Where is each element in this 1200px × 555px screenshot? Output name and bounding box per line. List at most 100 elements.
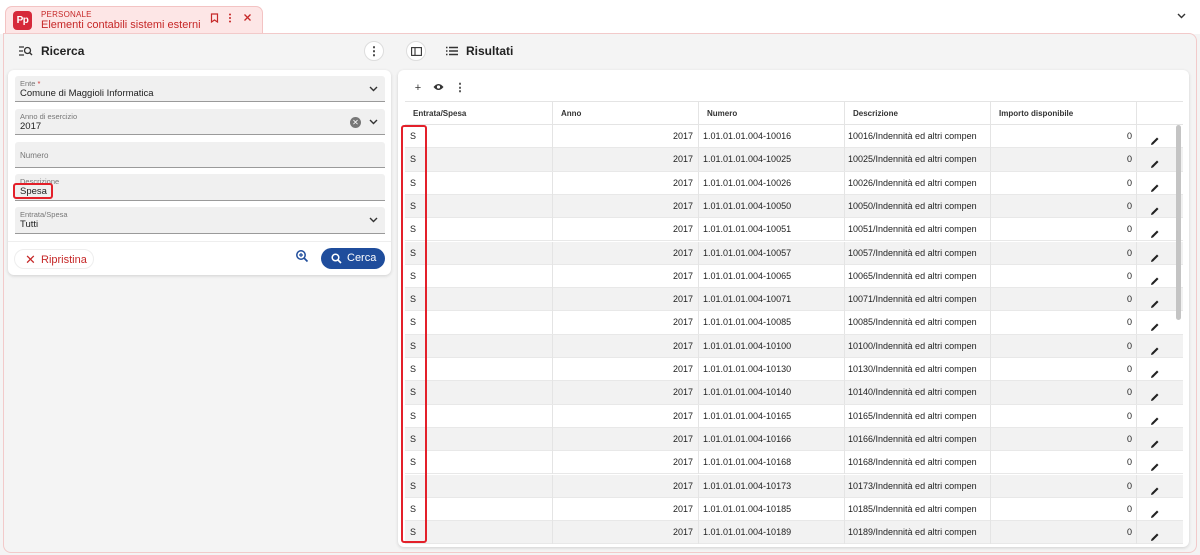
cell-anno: 2017 <box>553 427 699 451</box>
edit-cell <box>1137 381 1183 404</box>
more-vert-icon[interactable] <box>228 13 232 26</box>
results-title: Risultati <box>466 44 514 58</box>
table-row[interactable]: S 2017 1.01.01.01.004-10057 10057/Indennità… <box>405 241 1183 265</box>
anno-select[interactable]: Anno di esercizio 2017 ✕ <box>15 109 385 135</box>
app-module-label: PERSONALE <box>41 10 92 19</box>
table-row[interactable]: S 2017 1.01.01.01.004-10185 10185/Indennità… <box>405 497 1183 522</box>
cell-entrata-spesa: S <box>405 241 553 265</box>
edit-icon[interactable] <box>1150 528 1160 542</box>
cell-numero: 1.01.01.01.004-10051 <box>699 218 845 242</box>
edit-icon[interactable] <box>1150 505 1160 518</box>
edit-icon[interactable] <box>1150 365 1160 378</box>
table-row[interactable]: S 2017 1.01.01.01.004-10071 10071/Indennità… <box>405 288 1183 312</box>
edit-icon[interactable] <box>1150 132 1160 145</box>
table-row[interactable]: S 2017 1.01.01.01.004-10189 10189/Indennità… <box>405 521 1183 545</box>
cell-descrizione: 10165/Indennità ed altri compen <box>845 404 991 428</box>
edit-icon[interactable] <box>1150 458 1160 472</box>
edit-icon[interactable] <box>1150 225 1160 239</box>
table-row[interactable]: S 2017 1.01.01.01.004-10085 10085/Indennità… <box>405 311 1183 335</box>
cell-anno: 2017 <box>553 381 699 405</box>
edit-cell <box>1137 475 1183 498</box>
app-tab[interactable]: Pp PERSONALE Elementi contabili sistemi … <box>5 6 263 34</box>
zoom-in-icon[interactable] <box>295 249 313 267</box>
search-list-icon <box>18 45 33 57</box>
table-row[interactable]: S 2017 1.01.01.01.004-10168 10168/Indennità… <box>405 451 1183 475</box>
bookmark-icon[interactable] <box>210 13 219 26</box>
cell-descrizione: 10016/Indennità ed altri compen <box>845 125 991 148</box>
panel-toggle-icon <box>411 47 422 56</box>
table-row[interactable]: S 2017 1.01.01.01.004-10051 10051/Indennità… <box>405 218 1183 242</box>
header-entrata-spesa[interactable]: Entrata/Spesa <box>405 102 553 125</box>
edit-icon[interactable] <box>1150 342 1160 355</box>
search-label: Cerca <box>347 252 377 264</box>
table-row[interactable]: S 2017 1.01.01.01.004-10050 10050/Indennità… <box>405 194 1183 219</box>
edit-icon[interactable] <box>1150 179 1160 192</box>
table-row[interactable]: S 2017 1.01.01.01.004-10025 10025/Indennità… <box>405 148 1183 172</box>
edit-cell <box>1137 451 1183 474</box>
ente-select[interactable]: Ente * Comune di Maggioli Informatica <box>15 76 385 102</box>
edit-icon[interactable] <box>1150 388 1160 402</box>
edit-icon[interactable] <box>1150 202 1160 215</box>
cell-anno: 2017 <box>553 404 699 428</box>
header-descrizione[interactable]: Descrizione <box>845 102 991 125</box>
cell-importo: 0 <box>991 404 1137 428</box>
numero-field[interactable]: Numero <box>15 142 385 168</box>
cell-entrata-spesa: S <box>405 381 553 405</box>
edit-icon[interactable] <box>1150 412 1160 425</box>
cell-numero: 1.01.01.01.004-10085 <box>699 311 845 335</box>
table-row[interactable]: S 2017 1.01.01.01.004-10065 10065/Indennità… <box>405 264 1183 289</box>
search-panel-menu-button[interactable]: ⋮ <box>364 41 384 61</box>
cell-descrizione: 10026/Indennità ed altri compen <box>845 171 991 195</box>
more-vert-icon[interactable]: ⋮ <box>452 80 468 96</box>
edit-icon[interactable] <box>1150 482 1160 495</box>
app-logo: Pp <box>13 11 32 30</box>
table-row[interactable]: S 2017 1.01.01.01.004-10165 10165/Indennità… <box>405 404 1183 428</box>
edit-cell <box>1137 335 1183 358</box>
add-icon[interactable]: + <box>410 80 426 96</box>
chevron-down-icon[interactable] <box>1177 10 1186 22</box>
edit-icon[interactable] <box>1150 318 1160 332</box>
tab-bar: Pp PERSONALE Elementi contabili sistemi … <box>0 0 1200 34</box>
edit-icon[interactable] <box>1150 435 1160 448</box>
edit-icon[interactable] <box>1150 272 1160 285</box>
close-icon[interactable] <box>243 13 252 25</box>
cell-descrizione: 10185/Indennità ed altri compen <box>845 497 991 521</box>
reset-button[interactable]: ✕ Ripristina <box>14 249 94 269</box>
edit-cell <box>1137 358 1183 381</box>
cell-entrata-spesa: S <box>405 451 553 475</box>
edit-icon[interactable] <box>1150 155 1160 169</box>
cell-importo: 0 <box>991 171 1137 195</box>
cell-numero: 1.01.01.01.004-10025 <box>699 148 845 172</box>
cell-numero: 1.01.01.01.004-10185 <box>699 497 845 521</box>
chevron-down-icon <box>369 84 378 92</box>
table-row[interactable]: S 2017 1.01.01.01.004-10130 10130/Indennità… <box>405 358 1183 382</box>
app-title: Elementi contabili sistemi esterni <box>41 19 201 31</box>
table-row[interactable]: S 2017 1.01.01.01.004-10166 10166/Indennità… <box>405 427 1183 452</box>
cell-importo: 0 <box>991 194 1137 218</box>
edit-icon[interactable] <box>1150 249 1160 262</box>
eye-icon[interactable] <box>430 80 446 96</box>
panel-toggle-button[interactable] <box>406 41 426 61</box>
cell-descrizione: 10057/Indennità ed altri compen <box>845 241 991 265</box>
search-button[interactable]: Cerca <box>321 248 385 269</box>
table-row[interactable]: S 2017 1.01.01.01.004-10100 10100/Indennità… <box>405 334 1183 358</box>
clear-icon[interactable]: ✕ <box>350 117 361 128</box>
search-icon <box>331 253 342 264</box>
header-numero[interactable]: Numero <box>699 102 845 125</box>
table-row[interactable]: S 2017 1.01.01.01.004-10016 10016/Indennità… <box>405 125 1183 149</box>
grid-scrollbar[interactable] <box>1176 125 1181 320</box>
table-row[interactable]: S 2017 1.01.01.01.004-10140 10140/Indennità… <box>405 381 1183 405</box>
cell-entrata-spesa: S <box>405 521 553 545</box>
table-row[interactable]: S 2017 1.01.01.01.004-10026 10026/Indennità… <box>405 171 1183 195</box>
entrata-spesa-select[interactable]: Entrata/Spesa Tutti <box>15 207 385 234</box>
header-anno[interactable]: Anno <box>553 102 699 125</box>
edit-cell <box>1137 521 1183 544</box>
descrizione-field[interactable]: Descrizione Spesa <box>15 174 385 201</box>
cell-anno: 2017 <box>553 171 699 195</box>
header-importo[interactable]: Importo disponibile <box>991 102 1137 125</box>
edit-cell <box>1137 405 1183 428</box>
cell-entrata-spesa: S <box>405 288 553 312</box>
cell-anno: 2017 <box>553 451 699 475</box>
table-row[interactable]: S 2017 1.01.01.01.004-10173 10173/Indennità… <box>405 474 1183 498</box>
edit-icon[interactable] <box>1150 295 1160 309</box>
